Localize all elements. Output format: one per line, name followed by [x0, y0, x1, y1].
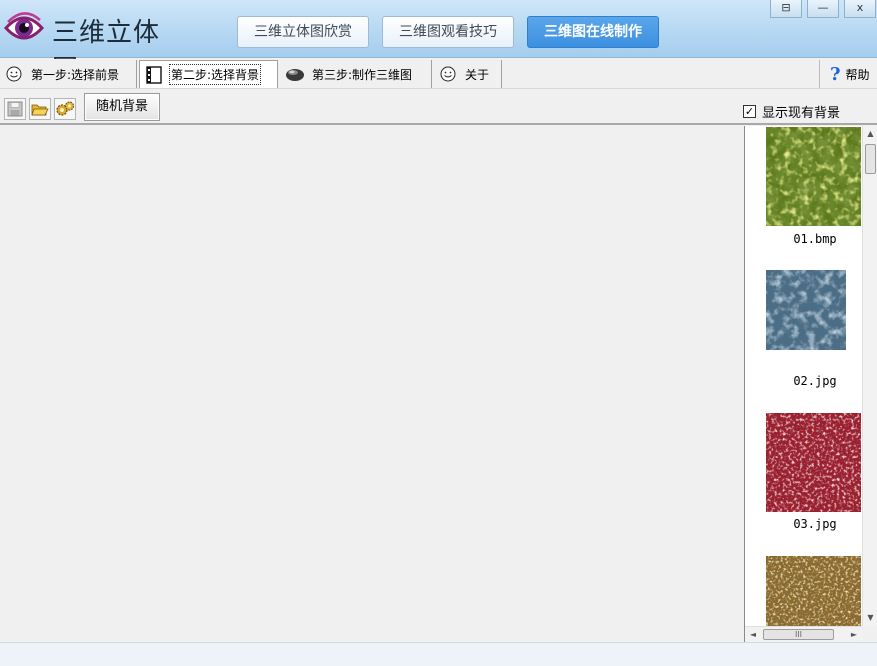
nav-gallery-button[interactable]: 三维立体图欣赏 — [237, 16, 369, 48]
tab-make-3d[interactable]: 第三步:制作三维图 — [281, 60, 432, 88]
background-filename: 03.jpg — [793, 517, 837, 531]
background-thumbnail[interactable] — [766, 270, 846, 350]
checkbox-check-icon[interactable]: ✓ — [743, 105, 756, 118]
horizontal-scroll-thumb[interactable]: III — [763, 629, 834, 640]
tab-label: 第二步:选择背景 — [168, 64, 262, 85]
background-filename: 02.jpg — [793, 374, 837, 388]
restore-window-button[interactable]: ⊟ — [770, 0, 802, 18]
nav-tips-button[interactable]: 三维图观看技巧 — [382, 16, 514, 48]
minimize-window-button[interactable]: — — [807, 0, 839, 18]
gears-icon[interactable] — [54, 98, 76, 120]
smiley-icon — [438, 64, 458, 84]
close-window-button[interactable]: x — [844, 0, 876, 18]
vertical-scroll-thumb[interactable] — [865, 144, 876, 174]
preview-canvas[interactable] — [0, 126, 744, 642]
smiley-icon — [4, 64, 24, 84]
vertical-scrollbar[interactable]: ▲ ▼ — [862, 126, 877, 626]
show-existing-label: 显示现有背景 — [762, 106, 841, 121]
scroll-up-icon[interactable]: ▲ — [863, 126, 877, 142]
tab-label: 第三步:制作三维图 — [312, 67, 413, 82]
step-tab-bar: 第一步:选择前景 第二步:选择背景 第三步:制作三维图 关于 ? 帮助 — [0, 59, 877, 89]
title-bar: 三维立体图 三维立体图欣赏 三维图观看技巧 三维图在线制作 ⊟ — x — [0, 0, 877, 85]
scroll-right-icon[interactable]: ► — [846, 627, 862, 642]
random-background-button[interactable]: 随机背景 — [84, 93, 160, 121]
horizontal-scrollbar[interactable]: ◄ III ► — [745, 626, 862, 642]
app-logo: 三维立体图 — [4, 8, 174, 85]
tab-label: 第一步:选择前景 — [31, 67, 120, 82]
background-list-panel: 01.bmp 02.jpg 03.jpg ▲ ▼ ◄ III ► — [744, 126, 877, 642]
status-bar — [0, 642, 877, 666]
toolbar: 随机背景 ✓ 显示现有背景 — [0, 90, 877, 125]
nav-online-make-button[interactable]: 三维图在线制作 — [527, 16, 659, 48]
question-mark-icon: ? — [830, 63, 841, 85]
help-label: 帮助 — [845, 67, 870, 82]
show-existing-backgrounds-checkbox[interactable]: ✓ 显示现有背景 — [743, 102, 840, 121]
scroll-left-icon[interactable]: ◄ — [745, 627, 761, 642]
help-button[interactable]: ? 帮助 — [819, 60, 877, 88]
tab-about[interactable]: 关于 — [434, 60, 502, 88]
background-thumbnail[interactable] — [766, 556, 861, 626]
background-filename: 01.bmp — [793, 232, 837, 246]
tab-label: 关于 — [465, 67, 490, 82]
background-thumbnail[interactable] — [766, 127, 861, 226]
save-icon[interactable] — [4, 98, 26, 120]
open-folder-icon[interactable] — [29, 98, 51, 120]
tab-select-foreground[interactable]: 第一步:选择前景 — [0, 60, 137, 88]
film-icon — [144, 65, 164, 85]
eye-logo-icon — [4, 12, 44, 40]
scroll-down-icon[interactable]: ▼ — [863, 610, 877, 626]
scrollbar-corner — [862, 626, 877, 642]
background-thumbnail-list[interactable]: 01.bmp 02.jpg 03.jpg — [745, 126, 862, 626]
tab-select-background[interactable]: 第二步:选择背景 — [139, 60, 278, 88]
stone-icon — [285, 64, 305, 84]
background-thumbnail[interactable] — [766, 413, 861, 512]
